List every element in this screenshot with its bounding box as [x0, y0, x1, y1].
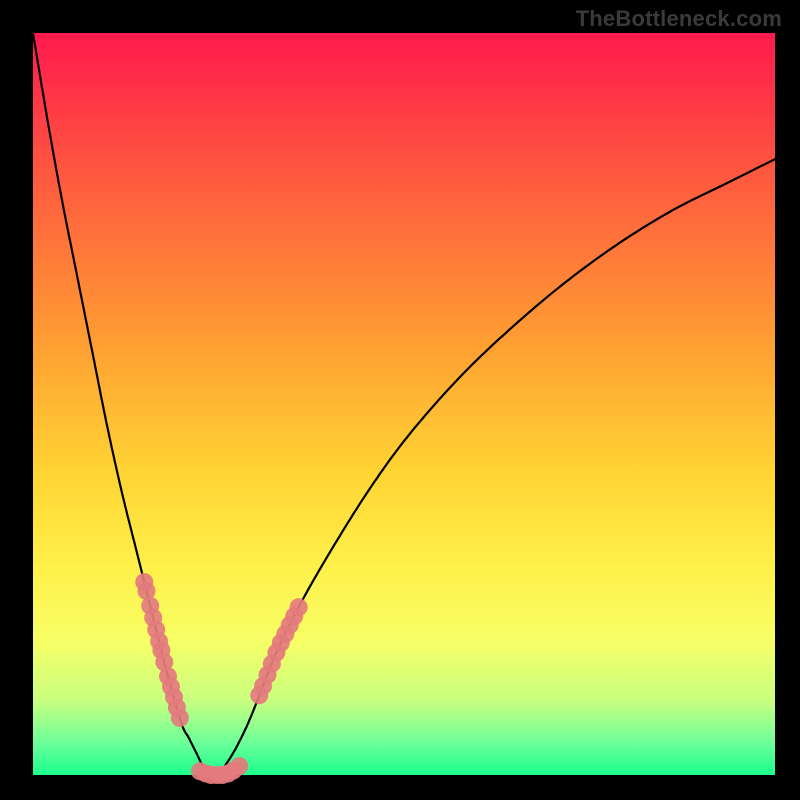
curves-overlay — [0, 0, 800, 800]
marker-cluster-right — [250, 598, 307, 704]
curve-left-group — [33, 33, 219, 776]
curve-right — [219, 159, 776, 775]
marker-cluster-left — [135, 573, 189, 727]
curve-right-group — [219, 159, 776, 775]
marker-dot — [230, 757, 248, 775]
watermark-text: TheBottleneck.com — [576, 6, 782, 32]
outer-frame: TheBottleneck.com — [0, 0, 800, 800]
marker-dot — [171, 709, 189, 727]
curve-left — [33, 33, 219, 776]
marker-dot — [290, 598, 308, 616]
